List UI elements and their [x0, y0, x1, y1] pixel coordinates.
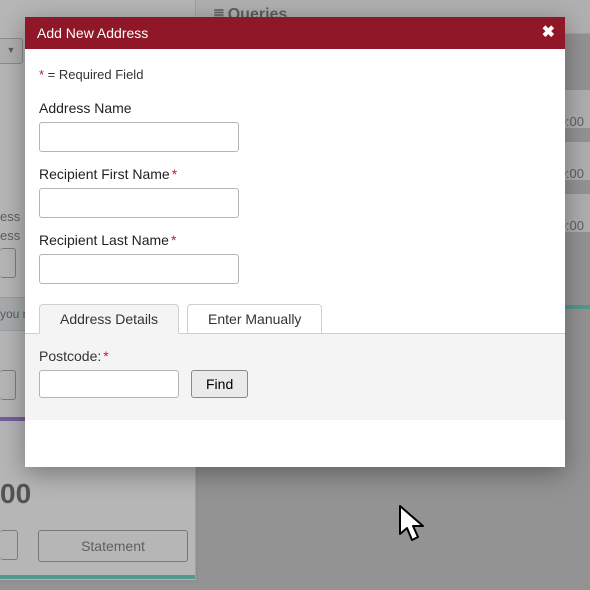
modal-title: Add New Address — [37, 25, 148, 41]
field-last-name: Recipient Last Name* — [39, 232, 551, 284]
label-first-name: Recipient First Name* — [39, 166, 551, 182]
address-tabs: Address Details Enter Manually Postcode:… — [39, 304, 551, 420]
label-address-name: Address Name — [39, 100, 551, 116]
field-first-name: Recipient First Name* — [39, 166, 551, 218]
address-name-input[interactable] — [39, 122, 239, 152]
add-new-address-modal: Add New Address ✖ * = Required Field Add… — [25, 17, 565, 467]
label-text: Address Name — [39, 100, 132, 116]
label-last-name: Recipient Last Name* — [39, 232, 551, 248]
close-icon[interactable]: ✖ — [542, 17, 555, 49]
label-text: Recipient Last Name — [39, 232, 169, 248]
postcode-controls: Find — [39, 370, 551, 398]
last-name-input[interactable] — [39, 254, 239, 284]
asterisk-icon: * — [172, 166, 177, 182]
label-postcode: Postcode:* — [39, 348, 551, 364]
tab-strip: Address Details Enter Manually — [39, 304, 551, 334]
required-field-note: * = Required Field — [39, 67, 551, 82]
modal-header: Add New Address ✖ — [25, 17, 565, 49]
tab-content-address-details: Postcode:* Find — [25, 333, 565, 420]
find-button[interactable]: Find — [191, 370, 248, 398]
field-address-name: Address Name — [39, 100, 551, 152]
label-text: Recipient First Name — [39, 166, 170, 182]
modal-body: * = Required Field Address Name Recipien… — [25, 49, 565, 420]
asterisk-icon: * — [171, 232, 176, 248]
field-postcode: Postcode:* Find — [39, 348, 551, 398]
tab-enter-manually[interactable]: Enter Manually — [187, 304, 322, 334]
label-text: Postcode: — [39, 348, 101, 364]
asterisk-icon: * — [103, 348, 108, 364]
first-name-input[interactable] — [39, 188, 239, 218]
postcode-input[interactable] — [39, 370, 179, 398]
tab-address-details[interactable]: Address Details — [39, 304, 179, 334]
required-field-note-text: = Required Field — [44, 67, 143, 82]
